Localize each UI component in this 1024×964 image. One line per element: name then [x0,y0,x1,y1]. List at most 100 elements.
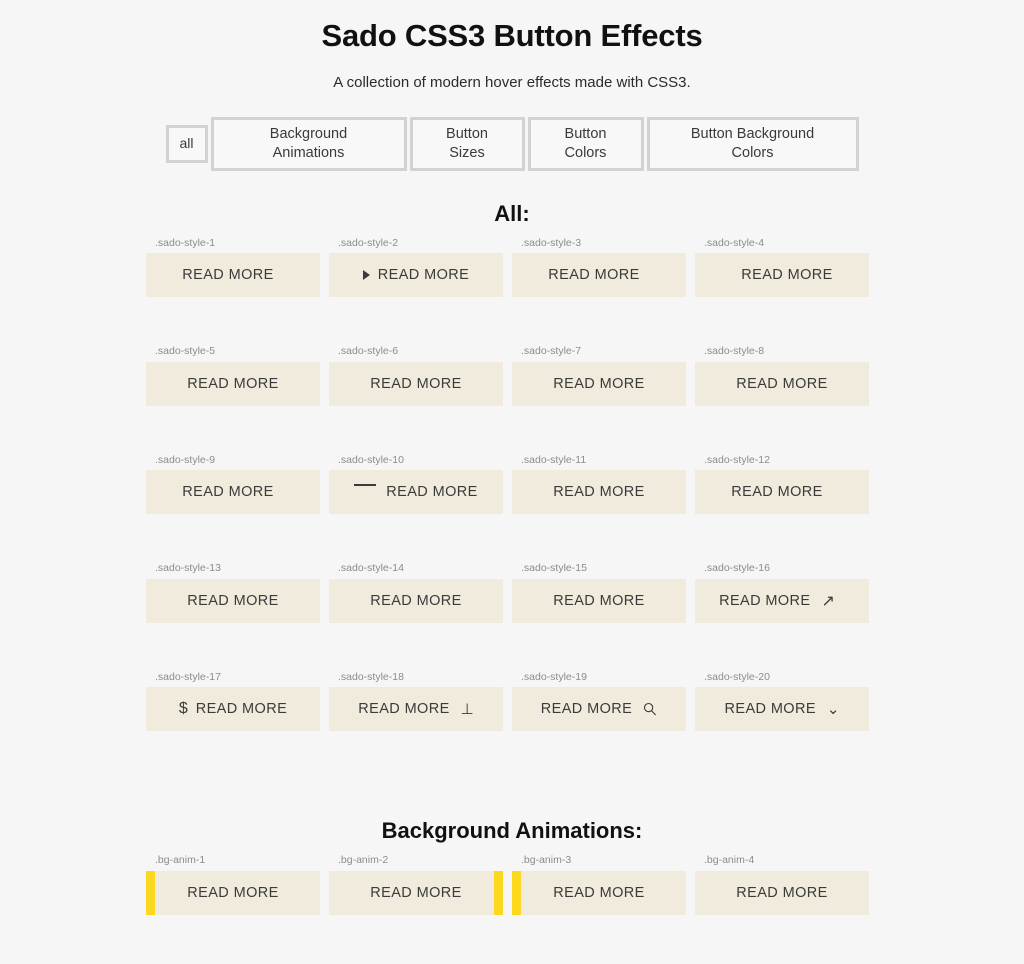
accent-bar [146,870,155,915]
filter-button-background-animations[interactable]: Background Animations [210,116,407,171]
demo-button[interactable]: READ MORE [146,470,320,515]
play-icon [362,270,370,281]
row-spacer [146,406,878,455]
demo-button-content: READ MORE [182,484,273,500]
demo-button-label: READ MORE [370,592,462,609]
demo-button[interactable]: READ MORE [146,578,320,623]
demo-class-label: .bg-anim-4 [704,854,755,867]
demo-button-label: READ MORE [187,592,279,609]
demo-button-content: READ MORE [541,701,657,717]
demo-button[interactable]: READ MORE [146,253,320,298]
demo-class-label: .sado-style-10 [338,453,404,466]
demo-button-label: READ MORE [736,884,828,901]
demo-button[interactable]: READ MORE [695,870,869,915]
demo-button-content: READ MORE [741,267,832,283]
demo-class-label: .sado-style-3 [521,236,582,249]
row-spacer [146,514,878,563]
demo-button-content: READ MORE [736,885,827,901]
demo-button-content: READ MORE [736,376,827,392]
demo-button[interactable]: READ MORE [695,253,869,298]
filter-button-button-colors[interactable]: Button Colors [527,116,644,171]
demo-button[interactable]: READ MORE [512,578,686,623]
demo-button[interactable]: READ MORE [329,253,503,298]
demo-button-content: READ MORE [731,484,822,500]
grid-row: .sado-style-9 READ MORE .sado-style-10 READ… [146,453,878,515]
demo-button[interactable]: READ MORE [146,361,320,406]
filter-button-button-background-colors[interactable]: Button Background Colors [646,116,859,171]
demo-cell: .sado-style-2 READ MORE [329,236,512,298]
demo-cell: .sado-style-20 READ MORE ⌄ [695,671,878,732]
demo-class-label: .sado-style-17 [155,670,221,683]
demo-button-label: READ MORE [370,375,462,392]
demo-button-content: READ MORE ⊥ [358,700,474,718]
demo-cell: .sado-style-18 READ MORE ⊥ [329,671,512,732]
filter-button-button-sizes[interactable]: Button Sizes [409,116,525,171]
demo-class-label: .sado-style-4 [704,236,765,249]
demo-button-label: READ MORE [548,267,640,284]
demo-button[interactable]: READ MORE [329,470,503,515]
demo-button-content: READ MORE [553,885,644,901]
row-spacer [146,297,878,346]
demo-button[interactable]: READ MORE [329,578,503,623]
demo-cell: .sado-style-4 READ MORE [695,236,878,298]
row-spacer [146,915,878,964]
demo-class-label: .sado-style-7 [521,345,582,358]
demo-button-label: READ MORE [553,592,645,609]
demo-class-label: .sado-style-2 [338,236,399,249]
demo-class-label: .sado-style-9 [155,453,216,466]
demo-class-label: .bg-anim-1 [155,854,206,867]
demo-button[interactable]: READ MORE ↗ [695,578,869,623]
demo-button[interactable]: READ MORE [695,470,869,515]
demo-cell: .sado-style-8 READ MORE [695,346,878,406]
demo-button-content: READ MORE [187,885,278,901]
demo-button-label: READ MORE [553,375,645,392]
dollar-icon: $ [178,700,188,718]
grid-all: .sado-style-1 READ MORE .sado-style-2 READ … [146,227,878,781]
demo-button[interactable]: READ MORE [512,687,686,732]
demo-button[interactable]: READ MORE [146,870,320,915]
demo-cell: .sado-style-17 $ READ MORE [146,670,329,732]
demo-button-label: READ MORE [719,592,811,609]
demo-cell: .sado-style-12 READ MORE [695,453,878,515]
demo-cell: .sado-style-11 READ MORE [512,453,695,515]
row-spacer [146,731,878,780]
demo-cell: .sado-style-7 READ MORE [512,346,695,406]
demo-button-label: READ MORE [553,884,645,901]
chevron-down-icon: ⌄ [826,701,840,719]
demo-button-content: READ MORE [370,885,461,901]
demo-cell: .bg-anim-4 READ MORE [695,855,878,915]
demo-cell: .sado-style-6 READ MORE [329,346,512,406]
demo-cell: .sado-style-15 READ MORE [512,563,695,623]
demo-button[interactable]: $ READ MORE [146,687,320,732]
grid-row: .sado-style-13 READ MORE .sado-style-14 REA… [146,563,878,623]
demo-button[interactable]: READ MORE [512,361,686,406]
grid-row: .sado-style-17 $ READ MORE .sado-style-18 RE… [146,670,878,732]
demo-button[interactable]: READ MORE [512,253,686,298]
demo-button[interactable]: READ MORE [512,870,686,915]
demo-button-content: READ MORE [553,484,644,500]
demo-button[interactable]: READ MORE ⌄ [695,687,869,732]
demo-button-content: READ MORE ↗ [719,591,835,611]
demo-button[interactable]: READ MORE ⊥ [329,687,503,732]
demo-button-content: READ MORE ⌄ [725,700,840,718]
demo-class-label: .sado-style-13 [155,562,221,575]
demo-cell: .bg-anim-3 READ MORE [512,855,695,915]
demo-button[interactable]: READ MORE [329,361,503,406]
grid-row: .sado-style-5 READ MORE .sado-style-6 READ … [146,346,878,406]
grid-row: .sado-style-1 READ MORE .sado-style-2 READ … [146,236,878,298]
demo-button-label: READ MORE [195,701,288,718]
demo-cell: .bg-anim-1 READ MORE [146,855,329,915]
demo-class-label: .sado-style-11 [521,453,587,466]
demo-class-label: .bg-anim-2 [338,854,389,867]
demo-button-content: READ MORE [548,267,639,283]
demo-button[interactable]: READ MORE [329,870,503,915]
demo-cell: .sado-style-13 READ MORE [146,563,329,623]
demo-class-label: .sado-style-12 [704,453,770,466]
demo-button[interactable]: READ MORE [695,361,869,406]
filter-button-all[interactable]: all [165,124,208,163]
demo-button-content: READ MORE [553,376,644,392]
demo-class-label: .sado-style-5 [155,345,216,358]
demo-button[interactable]: READ MORE [512,470,686,515]
demo-button-label: READ MORE [553,484,645,501]
page-title: Sado CSS3 Button Effects [321,18,703,53]
